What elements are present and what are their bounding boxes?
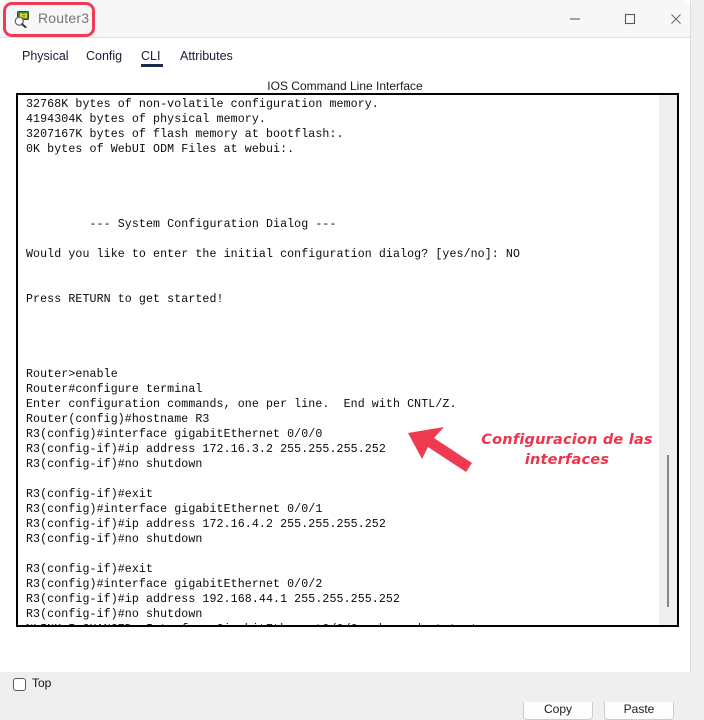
maximize-icon[interactable] [608,0,654,37]
tab-attributes[interactable]: Attributes [180,38,233,72]
cli-panel: IOS Command Line Interface 32768K bytes … [0,72,690,720]
tab-cli[interactable]: CLI [141,38,163,72]
terminal-text: 32768K bytes of non-volatile configurati… [26,98,521,625]
tab-config-label: Config [86,49,123,63]
tab-config[interactable]: Config [86,38,122,72]
window-title-bar[interactable]: Router3 [0,0,690,38]
tab-physical[interactable]: Physical [22,38,69,72]
router-cli-window: Router3 Physical Config CLI Attributes I… [0,0,690,720]
terminal-scrollbar[interactable] [659,95,677,625]
tab-physical-label: Physical [22,49,69,63]
top-checkbox[interactable] [13,678,26,691]
minimize-icon[interactable] [553,0,599,37]
right-gutter [690,0,704,672]
tab-cli-label: CLI [141,49,161,63]
tab-bar: Physical Config CLI Attributes [0,38,690,72]
annotation-label: Configuracion de las interfaces [480,431,654,469]
router-magnifier-icon [13,10,31,29]
terminal-scrollbar-thumb[interactable] [667,455,669,607]
terminal-output[interactable]: 32768K bytes of non-volatile configurati… [16,93,679,627]
footer-bar: Top [0,672,704,702]
window-title: Router3 [38,10,90,26]
top-checkbox-label: Top [32,676,52,690]
tab-attributes-label: Attributes [180,49,233,63]
page-title: IOS Command Line Interface [267,79,423,93]
